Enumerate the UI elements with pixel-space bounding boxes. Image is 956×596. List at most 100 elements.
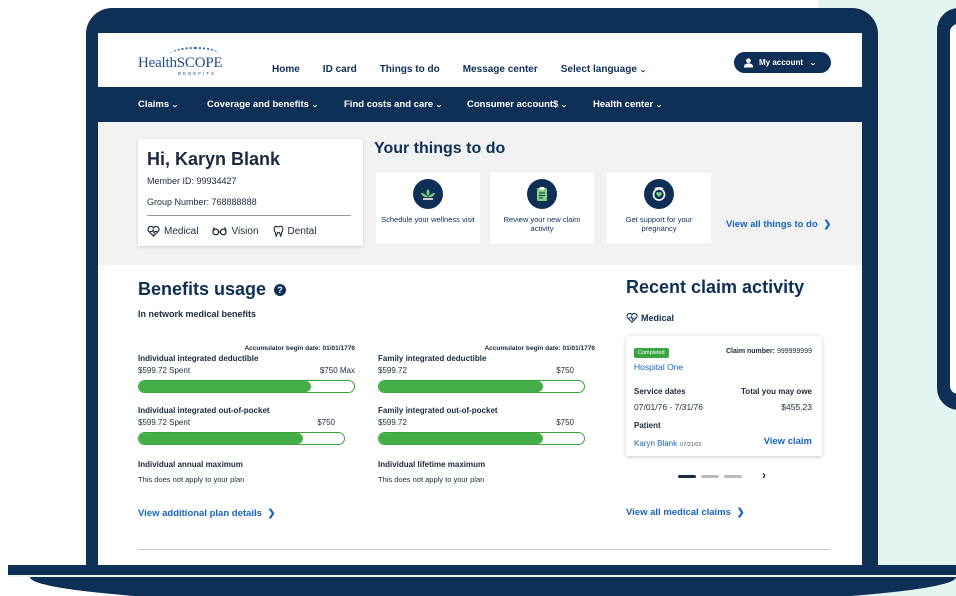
view-all-claims-link[interactable]: View all medical claims ❯ xyxy=(626,507,745,518)
hero-band: Hi, Karyn Blank Member ID: 99934427 Grou… xyxy=(98,122,862,265)
carousel-dots xyxy=(678,475,747,478)
patient: Karyn Blank 07/21/02 xyxy=(634,439,702,448)
claim-provider[interactable]: Hospital One xyxy=(634,362,683,372)
menu-consumer-account-label: Consumer account$ xyxy=(467,99,559,110)
todo-wellness-label: Schedule your wellness visit xyxy=(381,215,475,224)
chevron-down-icon: ⌄ xyxy=(311,102,319,109)
progress-bar xyxy=(138,432,345,445)
todo-claim-card[interactable]: Review your new claim activity xyxy=(490,173,594,243)
claim-number: Claim number: 999999999 xyxy=(726,348,812,355)
todo-pregnancy-card[interactable]: Get support for your pregnancy xyxy=(607,173,711,243)
menu-claims[interactable]: Claims ⌄ xyxy=(138,99,179,110)
progress-bar xyxy=(138,380,355,393)
logo[interactable]: HealthSCOPE BENEFITS xyxy=(138,47,228,77)
benefit-values: $599.72 $750 xyxy=(378,366,574,378)
nav-id-card[interactable]: ID card xyxy=(323,64,357,75)
coverage-dental-label: Dental xyxy=(287,225,317,237)
my-account-button[interactable]: My account ⌄ xyxy=(734,52,831,73)
todo-wellness-card[interactable]: Schedule your wellness visit xyxy=(376,173,480,243)
nav-home[interactable]: Home xyxy=(272,64,300,75)
chevron-right-icon: ❯ xyxy=(736,507,745,518)
help-icon[interactable]: ? xyxy=(274,283,287,296)
carousel-dot[interactable] xyxy=(678,475,696,478)
carousel-dot[interactable] xyxy=(701,475,719,478)
menu-consumer-account[interactable]: Consumer account$ ⌄ xyxy=(467,99,568,110)
things-to-do-title: Your things to do xyxy=(374,140,506,157)
benefit-spent: $599.72 xyxy=(378,366,407,375)
accumulator-date: Accumulator begin date: 01/01/1776 xyxy=(484,345,595,352)
individual-oop: Individual integrated out-of-pocket $599… xyxy=(138,406,355,445)
benefit-spent: $599.72 Spent xyxy=(138,366,191,375)
benefit-values: $599.72 Spent $750 xyxy=(138,418,355,430)
chevron-down-icon: ⌄ xyxy=(639,67,647,74)
member-id: Member ID: 99934427 xyxy=(147,176,237,186)
nav-things-to-do[interactable]: Things to do xyxy=(380,64,440,75)
menu-health-center-label: Health center xyxy=(593,99,654,110)
view-plan-details-label: View additional plan details xyxy=(138,508,262,519)
group-number: Group Number: 768888888 xyxy=(147,197,257,207)
carousel-dot[interactable] xyxy=(724,475,742,478)
menu-coverage-label: Coverage and benefits xyxy=(207,99,309,110)
top-nav: HealthSCOPE BENEFITS Home ID card Things… xyxy=(98,33,862,87)
coverage-medical[interactable]: Medical xyxy=(147,225,199,237)
my-account-label: My account xyxy=(759,58,804,67)
view-plan-details-link[interactable]: View additional plan details ❯ xyxy=(138,508,276,519)
lifetime-max: Individual lifetime maximum This does no… xyxy=(378,460,595,484)
progress-bar xyxy=(378,432,585,445)
chevron-right-icon: ❯ xyxy=(267,508,276,519)
coverage-dental[interactable]: Dental xyxy=(273,225,317,237)
app-screen: HealthSCOPE BENEFITS Home ID card Things… xyxy=(98,33,862,565)
benefit-name: Individual integrated deductible xyxy=(138,354,259,363)
menu-find-costs-label: Find costs and care xyxy=(344,99,434,110)
phone-screen xyxy=(950,24,956,394)
laptop-curve xyxy=(30,577,956,596)
chevron-right-icon: ❯ xyxy=(823,219,832,230)
select-language[interactable]: Select language ⌄ xyxy=(560,64,647,75)
progress-fill xyxy=(139,433,303,444)
coverage-vision[interactable]: Vision xyxy=(212,226,259,237)
progress-bar xyxy=(378,380,585,393)
select-language-label: Select language xyxy=(560,64,637,75)
benefit-max: $750 Max xyxy=(319,366,355,375)
top-links: Home ID card Things to do Message center… xyxy=(272,64,669,75)
claim-number-value: 999999999 xyxy=(776,348,812,355)
benefit-max: $750 xyxy=(317,418,335,427)
coverage-row: Medical Vision Dental xyxy=(147,225,330,237)
menu-health-center[interactable]: Health center ⌄ xyxy=(593,99,663,110)
glasses-icon xyxy=(212,227,228,236)
chevron-down-icon: ⌄ xyxy=(655,102,663,109)
tooth-icon xyxy=(273,225,283,237)
view-all-things-link[interactable]: View all things to do ❯ xyxy=(726,219,831,230)
claim-number-label: Claim number: xyxy=(725,348,775,355)
patient-dob: 07/21/02 xyxy=(680,442,702,448)
family-deductible: Family integrated deductible $599.72 $75… xyxy=(378,354,595,393)
pregnancy-icon xyxy=(644,179,674,209)
family-oop: Family integrated out-of-pocket $599.72 … xyxy=(378,406,595,445)
benefit-name: Individual annual maximum xyxy=(138,460,243,469)
benefits-usage-title-row: Benefits usage ? xyxy=(138,279,287,300)
view-all-things-label: View all things to do xyxy=(726,219,818,230)
claim-card: Completed Claim number: 999999999 Hospit… xyxy=(626,336,822,456)
menu-coverage[interactable]: Coverage and benefits ⌄ xyxy=(207,99,319,110)
menu-claims-label: Claims xyxy=(138,99,170,110)
view-claim-link[interactable]: View claim xyxy=(764,436,812,447)
clipboard-icon xyxy=(527,179,557,209)
coverage-medical-label: Medical xyxy=(164,225,199,237)
lotus-icon xyxy=(413,179,443,209)
individual-deductible: Individual integrated deductible $599.72… xyxy=(138,354,355,393)
nav-message-center[interactable]: Message center xyxy=(463,64,538,75)
patient-name: Karyn Blank xyxy=(634,439,678,448)
claims-category: Medical xyxy=(626,313,674,323)
patient-label: Patient xyxy=(634,421,661,430)
menu-find-costs[interactable]: Find costs and care ⌄ xyxy=(344,99,443,110)
benefit-note: This does not apply to your plan xyxy=(138,475,245,484)
progress-fill xyxy=(139,381,311,392)
member-card: Hi, Karyn Blank Member ID: 99934427 Grou… xyxy=(138,139,363,246)
progress-fill xyxy=(379,381,543,392)
recent-claims-title: Recent claim activity xyxy=(626,277,805,297)
benefit-name: Family integrated deductible xyxy=(378,354,487,363)
status-badge: Completed xyxy=(634,348,669,358)
chevron-right-icon[interactable]: › xyxy=(762,468,766,482)
todo-claim-label: Review your new claim activity xyxy=(503,215,581,234)
accumulator-date: Accumulator begin date: 01/01/1776 xyxy=(244,345,355,352)
